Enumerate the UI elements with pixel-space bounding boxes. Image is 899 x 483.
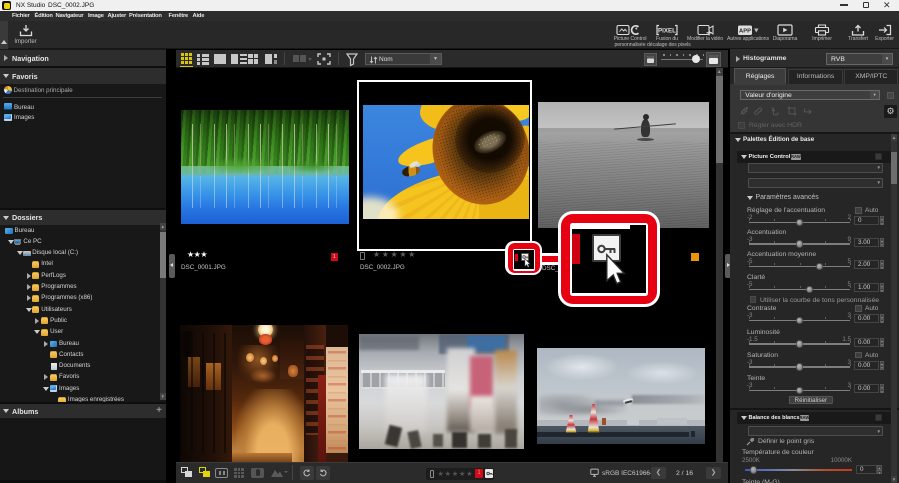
svg-text:PIXEL: PIXEL <box>658 27 676 34</box>
svg-text:APP: APP <box>739 29 751 35</box>
